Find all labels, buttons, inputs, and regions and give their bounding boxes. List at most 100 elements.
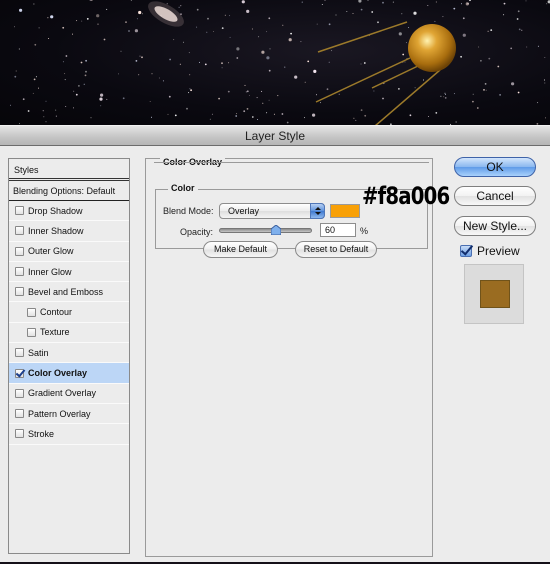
star	[33, 78, 36, 81]
style-item-outer-glow[interactable]: Outer Glow	[9, 242, 129, 262]
style-item-texture[interactable]: Texture	[9, 323, 129, 344]
checkbox-icon[interactable]	[15, 348, 24, 358]
checkbox-icon[interactable]	[15, 368, 24, 378]
star	[537, 45, 539, 47]
style-items: Drop Shadow Inner Shadow Outer Glow Inner G…	[9, 201, 129, 445]
blend-mode-value: Overlay	[228, 206, 260, 216]
star	[86, 18, 89, 20]
star	[72, 33, 73, 35]
star	[128, 30, 130, 32]
star	[138, 74, 140, 76]
star	[408, 27, 410, 28]
blending-options-item[interactable]: Blending Options: Default	[9, 181, 129, 201]
star	[461, 3, 462, 5]
style-item-contour[interactable]: Contour	[9, 302, 129, 323]
style-item-bevel-and-emboss[interactable]: Bevel and Emboss	[9, 282, 129, 303]
star	[228, 62, 230, 64]
star	[236, 113, 238, 115]
reset-to-default-button[interactable]: Reset to Default	[295, 241, 377, 258]
checkbox-icon[interactable]	[15, 287, 24, 297]
star	[268, 99, 270, 101]
star	[151, 116, 152, 118]
star	[497, 65, 500, 68]
star	[525, 0, 527, 2]
star	[251, 28, 253, 30]
star	[382, 1, 384, 4]
checkbox-icon[interactable]	[27, 307, 36, 317]
opacity-slider[interactable]	[219, 225, 312, 235]
star	[19, 123, 20, 125]
star	[360, 63, 362, 65]
style-item-inner-glow[interactable]: Inner Glow	[9, 262, 129, 283]
slider-thumb[interactable]	[270, 225, 281, 235]
star	[352, 13, 354, 14]
preview-checkbox[interactable]: Preview	[460, 244, 520, 258]
style-item-inner-shadow[interactable]: Inner Shadow	[9, 221, 129, 242]
star	[517, 10, 520, 13]
dialog-titlebar[interactable]: Layer Style	[0, 125, 550, 146]
star	[544, 82, 546, 84]
star	[83, 83, 85, 85]
checkbox-icon[interactable]	[15, 429, 24, 439]
star	[435, 112, 438, 114]
star	[227, 90, 230, 93]
new-style-button[interactable]: New Style...	[454, 216, 536, 236]
star	[106, 8, 108, 10]
star	[503, 2, 506, 5]
checkbox-icon[interactable]	[15, 267, 24, 277]
star	[286, 121, 289, 124]
style-item-drop-shadow[interactable]: Drop Shadow	[9, 201, 129, 222]
star	[338, 93, 340, 95]
star	[392, 1, 394, 3]
style-item-label: Color Overlay	[28, 368, 88, 379]
star	[186, 107, 188, 110]
star	[138, 10, 142, 15]
cancel-button[interactable]: Cancel	[454, 186, 536, 206]
style-item-label: Gradient Overlay	[28, 388, 97, 399]
checkbox-icon[interactable]	[15, 409, 24, 419]
star	[503, 14, 505, 16]
star	[211, 113, 213, 115]
star	[204, 63, 207, 66]
star	[139, 55, 141, 57]
star	[363, 62, 366, 64]
style-item-label: Outer Glow	[28, 246, 74, 257]
star	[45, 100, 47, 102]
make-default-button[interactable]: Make Default	[203, 241, 278, 258]
ok-button[interactable]: OK	[454, 157, 536, 177]
star	[480, 59, 482, 62]
star	[248, 94, 250, 96]
opacity-input[interactable]: 60	[320, 223, 356, 237]
star	[367, 0, 369, 1]
star	[178, 6, 180, 8]
star	[43, 116, 45, 118]
preview-check-icon[interactable]	[460, 245, 472, 257]
style-item-label: Satin	[28, 347, 49, 358]
style-item-color-overlay[interactable]: Color Overlay	[9, 363, 129, 384]
star	[320, 102, 321, 104]
star	[371, 11, 374, 13]
star	[166, 3, 168, 5]
style-item-stroke[interactable]: Stroke	[9, 424, 129, 445]
overlay-color-swatch[interactable]	[330, 204, 360, 218]
checkbox-icon[interactable]	[15, 226, 24, 236]
style-item-gradient-overlay[interactable]: Gradient Overlay	[9, 384, 129, 404]
star	[313, 69, 317, 73]
checkbox-icon[interactable]	[15, 246, 24, 256]
star	[221, 27, 224, 29]
checkbox-icon[interactable]	[15, 388, 24, 398]
star	[472, 93, 474, 95]
styles-header[interactable]: Styles	[9, 159, 129, 181]
blend-mode-select[interactable]: Overlay	[219, 203, 325, 219]
star	[55, 109, 57, 111]
style-item-pattern-overlay[interactable]: Pattern Overlay	[9, 404, 129, 425]
checkbox-icon[interactable]	[27, 327, 36, 337]
star	[99, 97, 103, 101]
style-item-satin[interactable]: Satin	[9, 343, 129, 364]
star	[15, 70, 17, 72]
star	[256, 97, 258, 99]
checkbox-icon[interactable]	[15, 206, 24, 216]
star	[364, 114, 367, 117]
star	[73, 107, 74, 109]
star	[516, 18, 519, 20]
